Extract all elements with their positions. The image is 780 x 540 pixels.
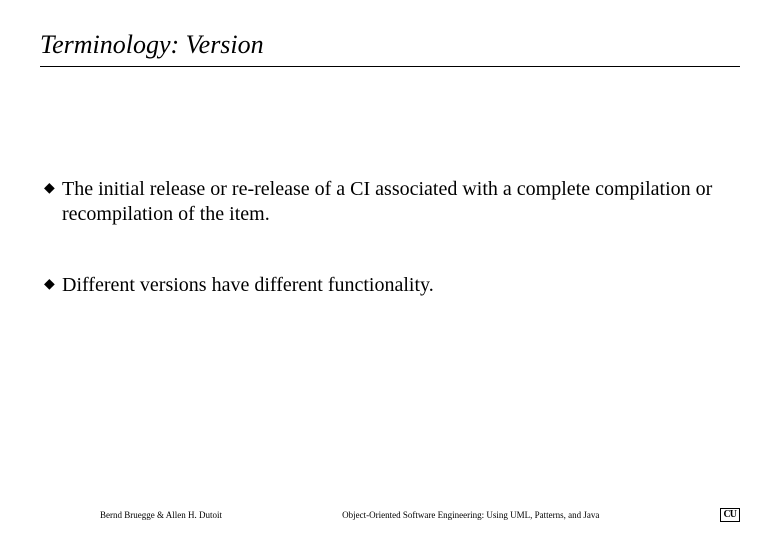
title-underline (40, 66, 740, 67)
bullet-text: Different versions have different functi… (62, 273, 740, 298)
bullet-icon: ◆ (44, 273, 62, 297)
footer-logo-wrap: CU (720, 508, 740, 522)
footer: Bernd Bruegge & Allen H. Dutoit Object-O… (0, 508, 780, 522)
footer-book-title: Object-Oriented Software Engineering: Us… (222, 510, 720, 520)
university-logo-icon: CU (720, 508, 740, 522)
slide: Terminology: Version ◆ The initial relea… (0, 0, 780, 540)
bullet-text: The initial release or re-release of a C… (62, 177, 740, 227)
footer-author: Bernd Bruegge & Allen H. Dutoit (40, 510, 222, 520)
list-item: ◆ The initial release or re-release of a… (44, 177, 740, 227)
list-item: ◆ Different versions have different func… (44, 273, 740, 298)
slide-title: Terminology: Version (40, 30, 740, 60)
bullet-list: ◆ The initial release or re-release of a… (40, 177, 740, 298)
bullet-icon: ◆ (44, 177, 62, 201)
